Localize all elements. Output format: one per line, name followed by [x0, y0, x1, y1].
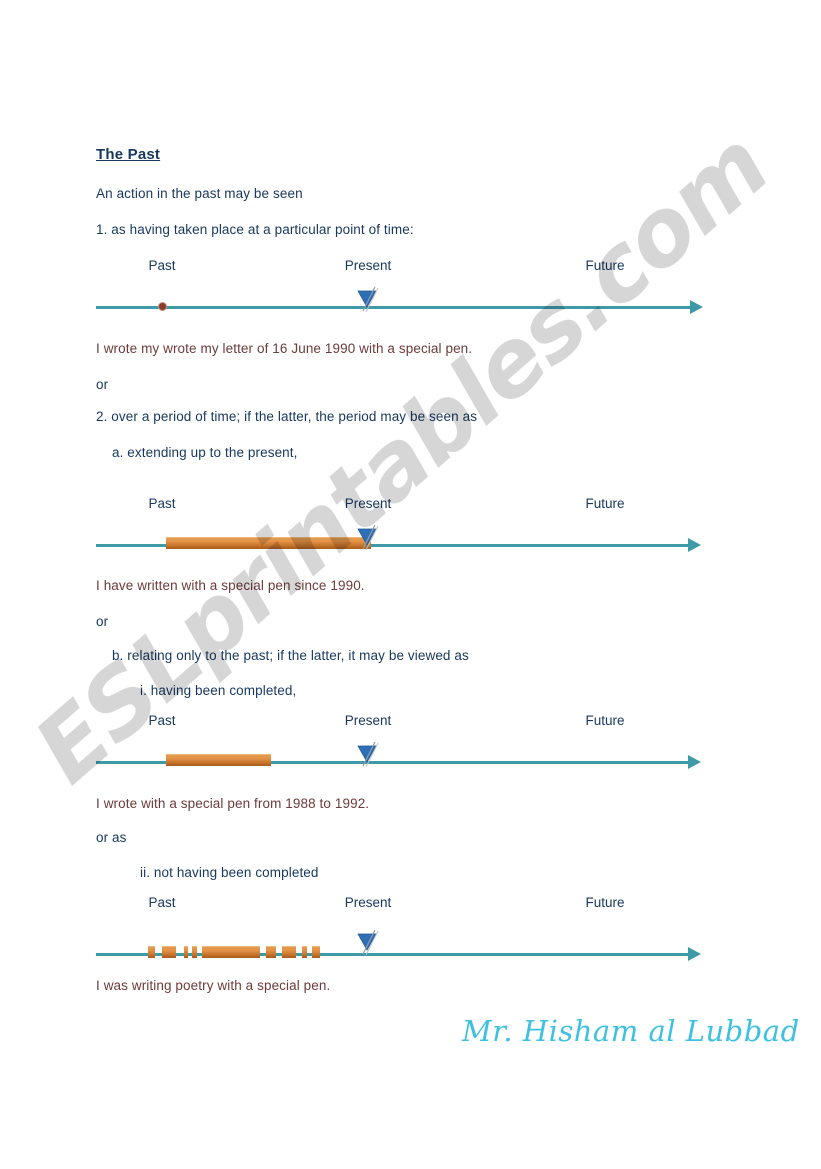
present-triangle-pen-icon [357, 286, 379, 313]
timeline-4-label-present: Present [344, 895, 392, 910]
example-3-text: I wrote with a special pen from 1988 to … [96, 796, 370, 811]
timeline-4: Past Present Future [96, 895, 706, 965]
present-triangle-pen-icon [357, 741, 379, 768]
present-triangle-pen-icon [357, 524, 379, 551]
or-3-text: or as [96, 830, 127, 845]
timeline-2: Past Present Future [96, 496, 706, 566]
point-2bii-text: ii. not having been completed [140, 865, 319, 880]
timeline-4-label-past: Past [148, 895, 176, 910]
page-title: The Past [96, 146, 161, 163]
timeline-4-present-marker [351, 923, 385, 957]
worksheet-page: The Past An action in the past may be se… [0, 0, 821, 1169]
timeline-3-arrow-icon [688, 755, 701, 769]
example-1-text: I wrote my wrote my letter of 16 June 19… [96, 341, 473, 356]
timeline-3-labels: Past Present Future [96, 713, 706, 733]
timeline-1-past-dot-marker [158, 302, 167, 311]
timeline-1-label-present: Present [344, 258, 392, 273]
timeline-3: Past Present Future [96, 713, 706, 783]
intro-text: An action in the past may be seen [96, 186, 303, 201]
timeline-1-label-future: Future [585, 258, 625, 273]
timeline-3-present-marker [351, 735, 385, 769]
point-1-text: 1. as having taken place at a particular… [96, 222, 414, 237]
present-triangle-pen-icon [357, 929, 379, 956]
author-signature: Mr. Hisham al Lubbad [462, 1014, 800, 1048]
timeline-2-label-future: Future [585, 496, 625, 511]
timeline-2-label-present: Present [344, 496, 392, 511]
timeline-2-label-past: Past [148, 496, 176, 511]
point-2b-text: b. relating only to the past; if the lat… [112, 648, 469, 663]
timeline-1-arrow-icon [690, 300, 703, 314]
example-2-text: I have written with a special pen since … [96, 578, 365, 593]
timeline-3-label-present: Present [344, 713, 392, 728]
timeline-1: Past Present Future [96, 258, 706, 328]
timeline-2-labels: Past Present Future [96, 496, 706, 516]
point-2bi-text: i. having been completed, [140, 683, 297, 698]
timeline-1-labels: Past Present Future [96, 258, 706, 278]
timeline-4-arrow-icon [688, 947, 701, 961]
timeline-1-axis [96, 306, 690, 309]
example-4-text: I was writing poetry with a special pen. [96, 978, 331, 993]
point-2-text: 2. over a period of time; if the latter,… [96, 409, 478, 424]
timeline-1-present-marker [351, 280, 385, 314]
timeline-2-arrow-icon [688, 538, 701, 552]
timeline-4-label-future: Future [585, 895, 625, 910]
timeline-3-duration-bar [166, 754, 271, 766]
or-1-text: or [96, 377, 109, 392]
point-2a-text: a. extending up to the present, [112, 445, 298, 460]
or-2-text: or [96, 614, 109, 629]
timeline-3-label-past: Past [148, 713, 176, 728]
timeline-1-label-past: Past [148, 258, 176, 273]
timeline-2-duration-bar [166, 537, 371, 549]
timeline-2-present-marker [351, 518, 385, 552]
timeline-4-labels: Past Present Future [96, 895, 706, 915]
timeline-3-label-future: Future [585, 713, 625, 728]
